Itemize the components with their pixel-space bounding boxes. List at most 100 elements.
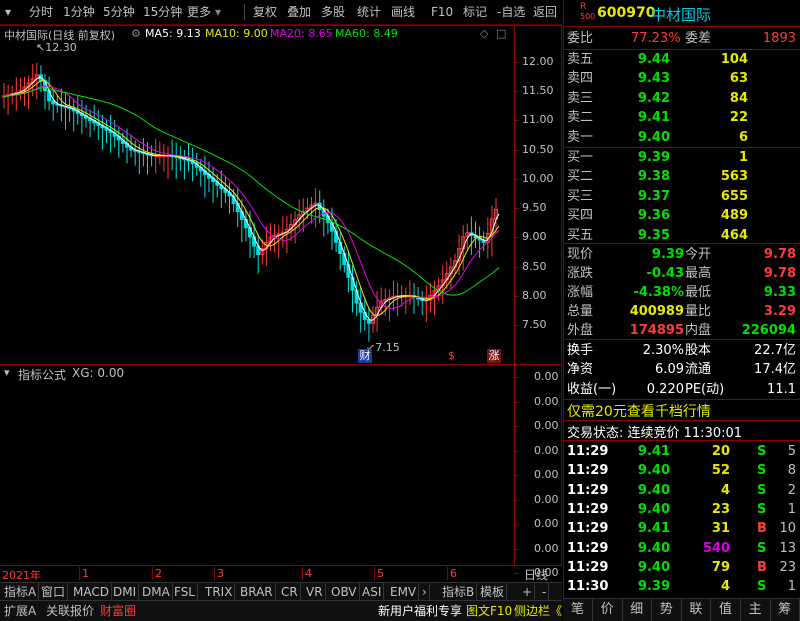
kline-svg[interactable] [0, 25, 514, 365]
stat-value: 9.78 [763, 247, 796, 262]
tick-mark [514, 524, 519, 525]
asks-label: 卖五 [567, 52, 594, 67]
tab-cr[interactable]: CR [279, 583, 301, 601]
tab-fsl[interactable]: FSL [172, 583, 198, 601]
price-tick: 8.50 [522, 259, 547, 273]
quote-tab[interactable]: 势 [652, 599, 682, 621]
stat-label: 流通 [685, 362, 712, 378]
tick-mark [514, 499, 519, 501]
tick-side: S [757, 540, 767, 556]
tick-row: 11:29 9.41 20 S 5 [563, 442, 800, 461]
toolbar-15min[interactable]: 15分钟 [140, 0, 185, 24]
event-marker-dollar[interactable]: $ [448, 349, 455, 362]
tick-count: 13 [779, 540, 796, 556]
tick-volume: 52 [711, 463, 730, 479]
promo-link[interactable]: 仅需20元查看千档行情 [567, 401, 711, 421]
tick-count: 5 [787, 444, 796, 459]
tab-template[interactable]: 模板 [478, 583, 508, 601]
asks-volume: 84 [729, 90, 748, 106]
toolbar-fuquan[interactable]: 复权 [250, 0, 280, 24]
toolbar-5min[interactable]: 5分钟 [100, 0, 138, 24]
toolbar-more[interactable]: 更多 [184, 0, 214, 24]
tick-mark [514, 237, 519, 239]
quote-tab[interactable]: 细 [622, 599, 653, 621]
tab-window[interactable]: 窗口 [39, 583, 69, 601]
tick-mark [514, 62, 519, 63]
stat-row: 涨跌 -0.43 最高 9.78 [563, 264, 800, 283]
stat-value: 17.4亿 [754, 362, 796, 378]
expand-a-button[interactable]: 扩展A [4, 601, 36, 621]
stat-value: 2.30% [642, 343, 684, 358]
indicator-title: 指标公式 [18, 368, 67, 382]
year-label: 2021年 [2, 569, 41, 582]
quote-tab[interactable]: 筹 [770, 599, 800, 621]
toolbar-biaoji[interactable]: 标记 [460, 0, 490, 24]
tick-count: 2 [787, 482, 796, 498]
tab-brar[interactable]: BRAR [238, 583, 276, 601]
toolbar-zixuan[interactable]: -自选 [494, 0, 528, 24]
tick-volume: 4 [720, 482, 730, 498]
quote-tab[interactable]: 主 [741, 599, 771, 621]
period-label[interactable]: 日线 [524, 566, 548, 583]
tick-volume: 31 [711, 521, 730, 537]
tick-mark [514, 325, 519, 326]
asks-volume: 104 [720, 52, 748, 67]
quote-tab[interactable]: 价 [593, 599, 623, 621]
tick-time: 11:29 [567, 444, 609, 459]
menu-icon[interactable]: ▾ [2, 0, 14, 24]
event-marker-zhang[interactable]: 涨 [487, 349, 501, 363]
toolbar-duogu[interactable]: 多股 [318, 0, 348, 24]
y-axis-divider [514, 365, 515, 566]
sidebar-toggle-button[interactable]: 侧边栏《 [514, 601, 562, 621]
quote-tab[interactable]: 联 [681, 599, 712, 621]
tab-macd[interactable]: MACD [71, 583, 112, 601]
bids-price: 9.36 [637, 208, 670, 224]
toolbar-huaxian[interactable]: 画线 [388, 0, 418, 24]
remove-indicator-button[interactable]: - [540, 583, 550, 601]
toolbar-f10[interactable]: F10 [428, 0, 456, 24]
quote-tab[interactable]: 笔 [563, 599, 593, 621]
tab-obv[interactable]: OBV [329, 583, 360, 601]
chevron-right-icon[interactable]: › [420, 583, 430, 601]
tick-row: 11:30 9.39 4 S 1 [563, 577, 800, 596]
high-price-label: ↖12.30 [36, 41, 77, 54]
chart-toolbar: ▾ 分时 1分钟 5分钟 15分钟 更多 ▾ 复权 叠加 多股 统计 画线 F1… [0, 0, 562, 25]
tick-time: 11:29 [567, 559, 609, 575]
tick-price: 9.40 [637, 559, 670, 575]
toolbar-fanhui[interactable]: 返回 [530, 0, 560, 24]
toolbar-1min[interactable]: 1分钟 [60, 0, 98, 24]
toolbar-diejia[interactable]: 叠加 [284, 0, 314, 24]
stat-value: 174895 [629, 323, 684, 338]
related-quote-button[interactable]: 关联报价 [46, 601, 94, 621]
quote-tab[interactable]: 值 [711, 599, 741, 621]
tab-asi[interactable]: ASI [360, 583, 385, 601]
tick-volume: 79 [711, 559, 730, 575]
add-indicator-button[interactable]: + [520, 583, 536, 601]
tick-row: 11:29 9.40 23 S 1 [563, 500, 800, 519]
f10-button[interactable]: 图文F10 [466, 601, 512, 621]
indicator-tick: 0.00 [534, 468, 559, 481]
tab-dma[interactable]: DMA [140, 583, 173, 601]
toolbar-fenshi[interactable]: 分时 [26, 0, 56, 24]
wealth-circle-button[interactable]: 财富圈 [100, 601, 136, 621]
tab-vr[interactable]: VR [304, 583, 326, 601]
new-user-promo-link[interactable]: 新用户福利专享 [378, 601, 462, 621]
asks-row: 卖二 9.41 22 [563, 108, 800, 127]
stat-row: 外盘 174895 内盘 226094 [563, 321, 800, 340]
tab-dmi[interactable]: DMI [111, 583, 140, 601]
tab-trix[interactable]: TRIX [203, 583, 236, 601]
indicator-menu-icon[interactable]: ▾ [4, 366, 10, 379]
stat-label: 最低 [685, 285, 712, 300]
bids-row: 买三 9.37 655 [563, 187, 800, 206]
tab-zhibiao-b[interactable]: 指标B [440, 583, 478, 601]
chevron-down-icon[interactable]: ▾ [212, 0, 224, 24]
event-marker-cai[interactable]: 财 [358, 349, 372, 363]
tick-mark [514, 295, 519, 297]
tick-volume: 23 [711, 501, 730, 517]
tick-mark [514, 91, 519, 93]
indicator-tick: 0.00 [534, 443, 559, 457]
tab-emv[interactable]: EMV [388, 583, 420, 601]
price-tick: 7.50 [522, 318, 547, 331]
tab-zhibiao-a[interactable]: 指标A [2, 583, 40, 601]
toolbar-tongji[interactable]: 统计 [354, 0, 384, 24]
